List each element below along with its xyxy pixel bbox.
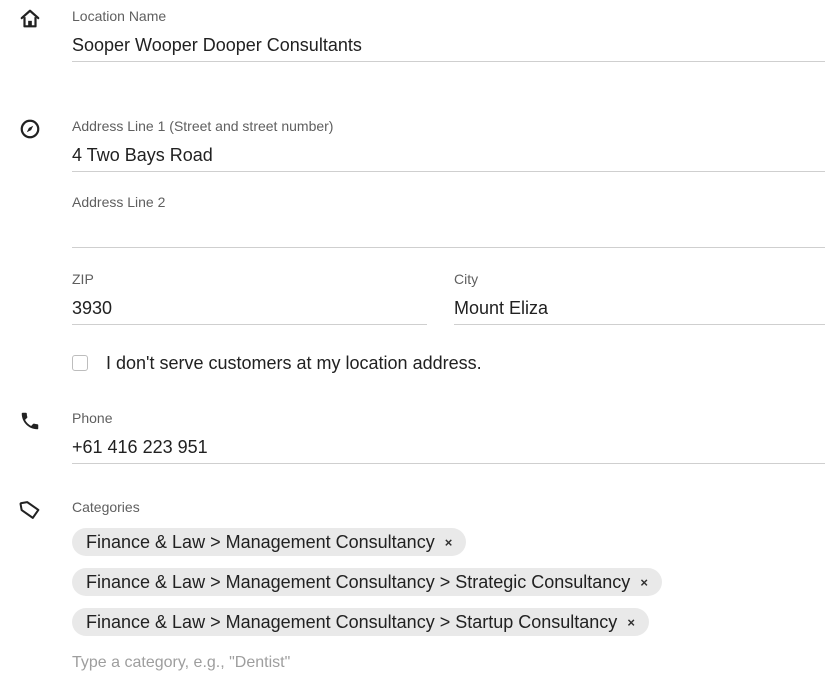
zip-field[interactable]: ZIP <box>72 271 427 325</box>
phone-field[interactable]: Phone <box>72 410 825 464</box>
phone-input[interactable] <box>72 435 825 459</box>
category-chip[interactable]: Finance & Law > Management Consultancy >… <box>72 608 649 636</box>
no-customers-row[interactable]: I don't serve customers at my location a… <box>72 351 482 375</box>
categories-label: Categories <box>72 499 140 515</box>
compass-icon <box>18 117 42 141</box>
home-icon <box>18 7 42 31</box>
address-line2-input[interactable] <box>72 219 825 243</box>
address-line1-field[interactable]: Address Line 1 (Street and street number… <box>72 118 825 172</box>
location-name-label: Location Name <box>72 8 167 24</box>
address-line2-field[interactable]: Address Line 2 <box>72 194 825 248</box>
location-name-field[interactable]: Location Name <box>72 8 825 62</box>
address-line1-label: Address Line 1 (Street and street number… <box>72 118 334 134</box>
city-label: City <box>454 271 479 287</box>
address-line1-input[interactable] <box>72 143 825 167</box>
location-name-input[interactable] <box>72 33 825 57</box>
category-chip-label: Finance & Law > Management Consultancy >… <box>86 611 618 632</box>
phone-icon <box>18 409 42 433</box>
close-icon[interactable]: × <box>627 616 635 629</box>
city-input[interactable] <box>454 296 825 320</box>
zip-input[interactable] <box>72 296 427 320</box>
category-chip[interactable]: Finance & Law > Management Consultancy × <box>72 528 467 556</box>
phone-label: Phone <box>72 410 113 426</box>
category-search-input[interactable] <box>72 652 522 674</box>
zip-label: ZIP <box>72 271 94 287</box>
tag-icon <box>18 498 42 522</box>
category-chip-label: Finance & Law > Management Consultancy >… <box>86 571 631 592</box>
no-customers-label[interactable]: I don't serve customers at my location a… <box>106 353 482 374</box>
no-customers-checkbox[interactable] <box>72 355 88 371</box>
city-field[interactable]: City <box>454 271 825 325</box>
category-chip-label: Finance & Law > Management Consultancy <box>86 531 435 552</box>
category-chip[interactable]: Finance & Law > Management Consultancy >… <box>72 568 662 596</box>
close-icon[interactable]: × <box>640 576 648 589</box>
close-icon[interactable]: × <box>445 536 453 549</box>
address-line2-label: Address Line 2 <box>72 194 166 210</box>
